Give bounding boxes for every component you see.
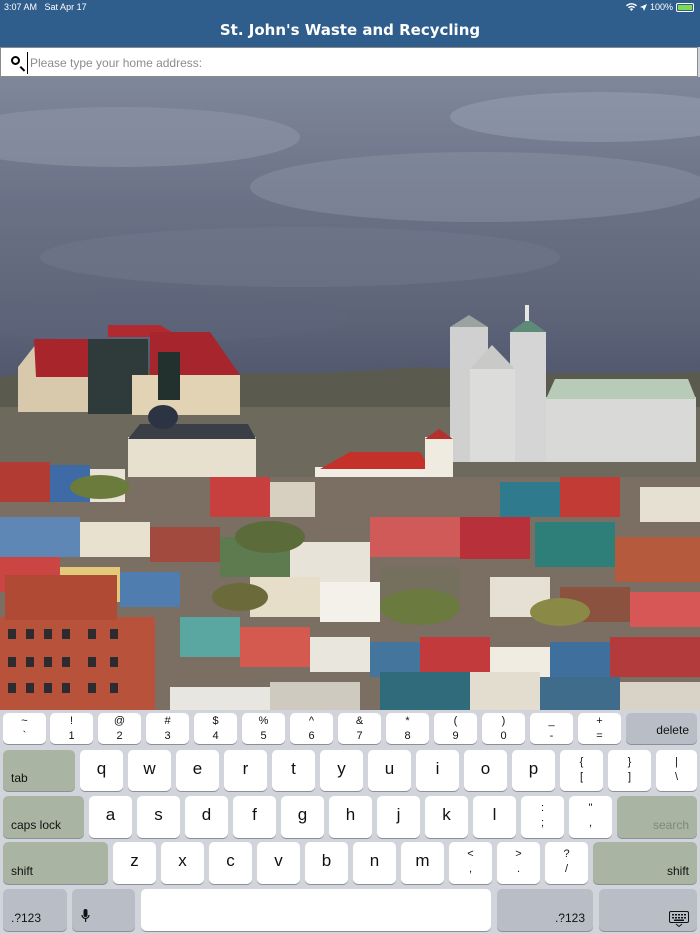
key-u[interactable]: u xyxy=(368,750,411,791)
key-d[interactable]: d xyxy=(185,796,228,838)
key-8[interactable]: * 8 xyxy=(386,713,429,744)
battery-icon xyxy=(676,2,694,12)
space-bar[interactable] xyxy=(141,889,491,931)
key-c[interactable]: c xyxy=(209,842,252,884)
key-comma[interactable]: < , xyxy=(449,842,492,884)
key-r[interactable]: r xyxy=(224,750,267,791)
key-slash[interactable]: ? / xyxy=(545,842,588,884)
key-7[interactable]: & 7 xyxy=(338,713,381,744)
key-period[interactable]: > . xyxy=(497,842,540,884)
key-i[interactable]: i xyxy=(416,750,459,791)
status-time-date: 3:07 AM Sat Apr 17 xyxy=(4,2,87,12)
search-key[interactable]: search xyxy=(617,796,697,838)
key-k[interactable]: k xyxy=(425,796,468,838)
numbers-key-right[interactable]: .?123 xyxy=(497,889,593,931)
key-j[interactable]: j xyxy=(377,796,420,838)
key-6[interactable]: ^ 6 xyxy=(290,713,333,744)
key-s[interactable]: s xyxy=(137,796,180,838)
key-q[interactable]: q xyxy=(80,750,123,791)
microphone-icon xyxy=(81,909,90,922)
key-backtick[interactable]: ~ ` xyxy=(3,713,46,744)
tab-key[interactable]: tab xyxy=(3,750,75,791)
key-5[interactable]: % 5 xyxy=(242,713,285,744)
status-time: 3:07 AM xyxy=(4,2,38,12)
key-left-bracket[interactable]: { [ xyxy=(560,750,603,791)
keyboard-dismiss-icon xyxy=(669,911,689,927)
key-equals[interactable]: + = xyxy=(578,713,621,744)
app-header: 3:07 AM Sat Apr 17 100% St. John's Waste… xyxy=(0,0,700,47)
dictation-key[interactable] xyxy=(72,889,135,931)
key-f[interactable]: f xyxy=(233,796,276,838)
key-v[interactable]: v xyxy=(257,842,300,884)
key-quote[interactable]: " , xyxy=(569,796,612,838)
battery-percent: 100% xyxy=(649,2,673,12)
key-o[interactable]: o xyxy=(464,750,507,791)
wifi-icon xyxy=(625,3,637,11)
shift-left-key[interactable]: shift xyxy=(3,842,108,884)
key-l[interactable]: l xyxy=(473,796,516,838)
search-icon xyxy=(11,56,20,65)
key-m[interactable]: m xyxy=(401,842,444,884)
status-right: 100% xyxy=(625,2,694,12)
key-3[interactable]: # 3 xyxy=(146,713,189,744)
caps-lock-key[interactable]: caps lock xyxy=(3,796,84,838)
key-2[interactable]: @ 2 xyxy=(98,713,141,744)
key-n[interactable]: n xyxy=(353,842,396,884)
key-y[interactable]: y xyxy=(320,750,363,791)
shift-right-key[interactable]: shift xyxy=(593,842,697,884)
delete-key[interactable]: delete xyxy=(626,713,697,744)
key-h[interactable]: h xyxy=(329,796,372,838)
key-semicolon[interactable]: : ; xyxy=(521,796,564,838)
key-1[interactable]: ! 1 xyxy=(50,713,93,744)
key-a[interactable]: a xyxy=(89,796,132,838)
key-x[interactable]: x xyxy=(161,842,204,884)
key-4[interactable]: $ 4 xyxy=(194,713,237,744)
city-skyline-image xyxy=(0,92,700,710)
page-title: St. John's Waste and Recycling xyxy=(219,21,481,39)
location-arrow-icon xyxy=(639,3,647,11)
key-w[interactable]: w xyxy=(128,750,171,791)
key-0[interactable]: ) 0 xyxy=(482,713,525,744)
key-right-bracket[interactable]: } ] xyxy=(608,750,651,791)
address-input[interactable] xyxy=(27,52,692,74)
key-e[interactable]: e xyxy=(176,750,219,791)
key-9[interactable]: ( 9 xyxy=(434,713,477,744)
numbers-key-left[interactable]: .?123 xyxy=(3,889,67,931)
key-g[interactable]: g xyxy=(281,796,324,838)
key-backslash[interactable]: | \ xyxy=(656,750,697,791)
status-date: Sat Apr 17 xyxy=(44,2,87,12)
key-minus[interactable]: _ - xyxy=(530,713,573,744)
key-b[interactable]: b xyxy=(305,842,348,884)
onscreen-keyboard: ~ ` ! 1 @ 2 # 3 $ 4 % 5 ^ 6 & 7 * 8 ( 9 … xyxy=(0,710,700,934)
key-t[interactable]: t xyxy=(272,750,315,791)
key-p[interactable]: p xyxy=(512,750,555,791)
address-search-bar[interactable] xyxy=(0,47,698,77)
hide-keyboard-key[interactable] xyxy=(599,889,697,931)
key-z[interactable]: z xyxy=(113,842,156,884)
background-photo xyxy=(0,77,700,710)
